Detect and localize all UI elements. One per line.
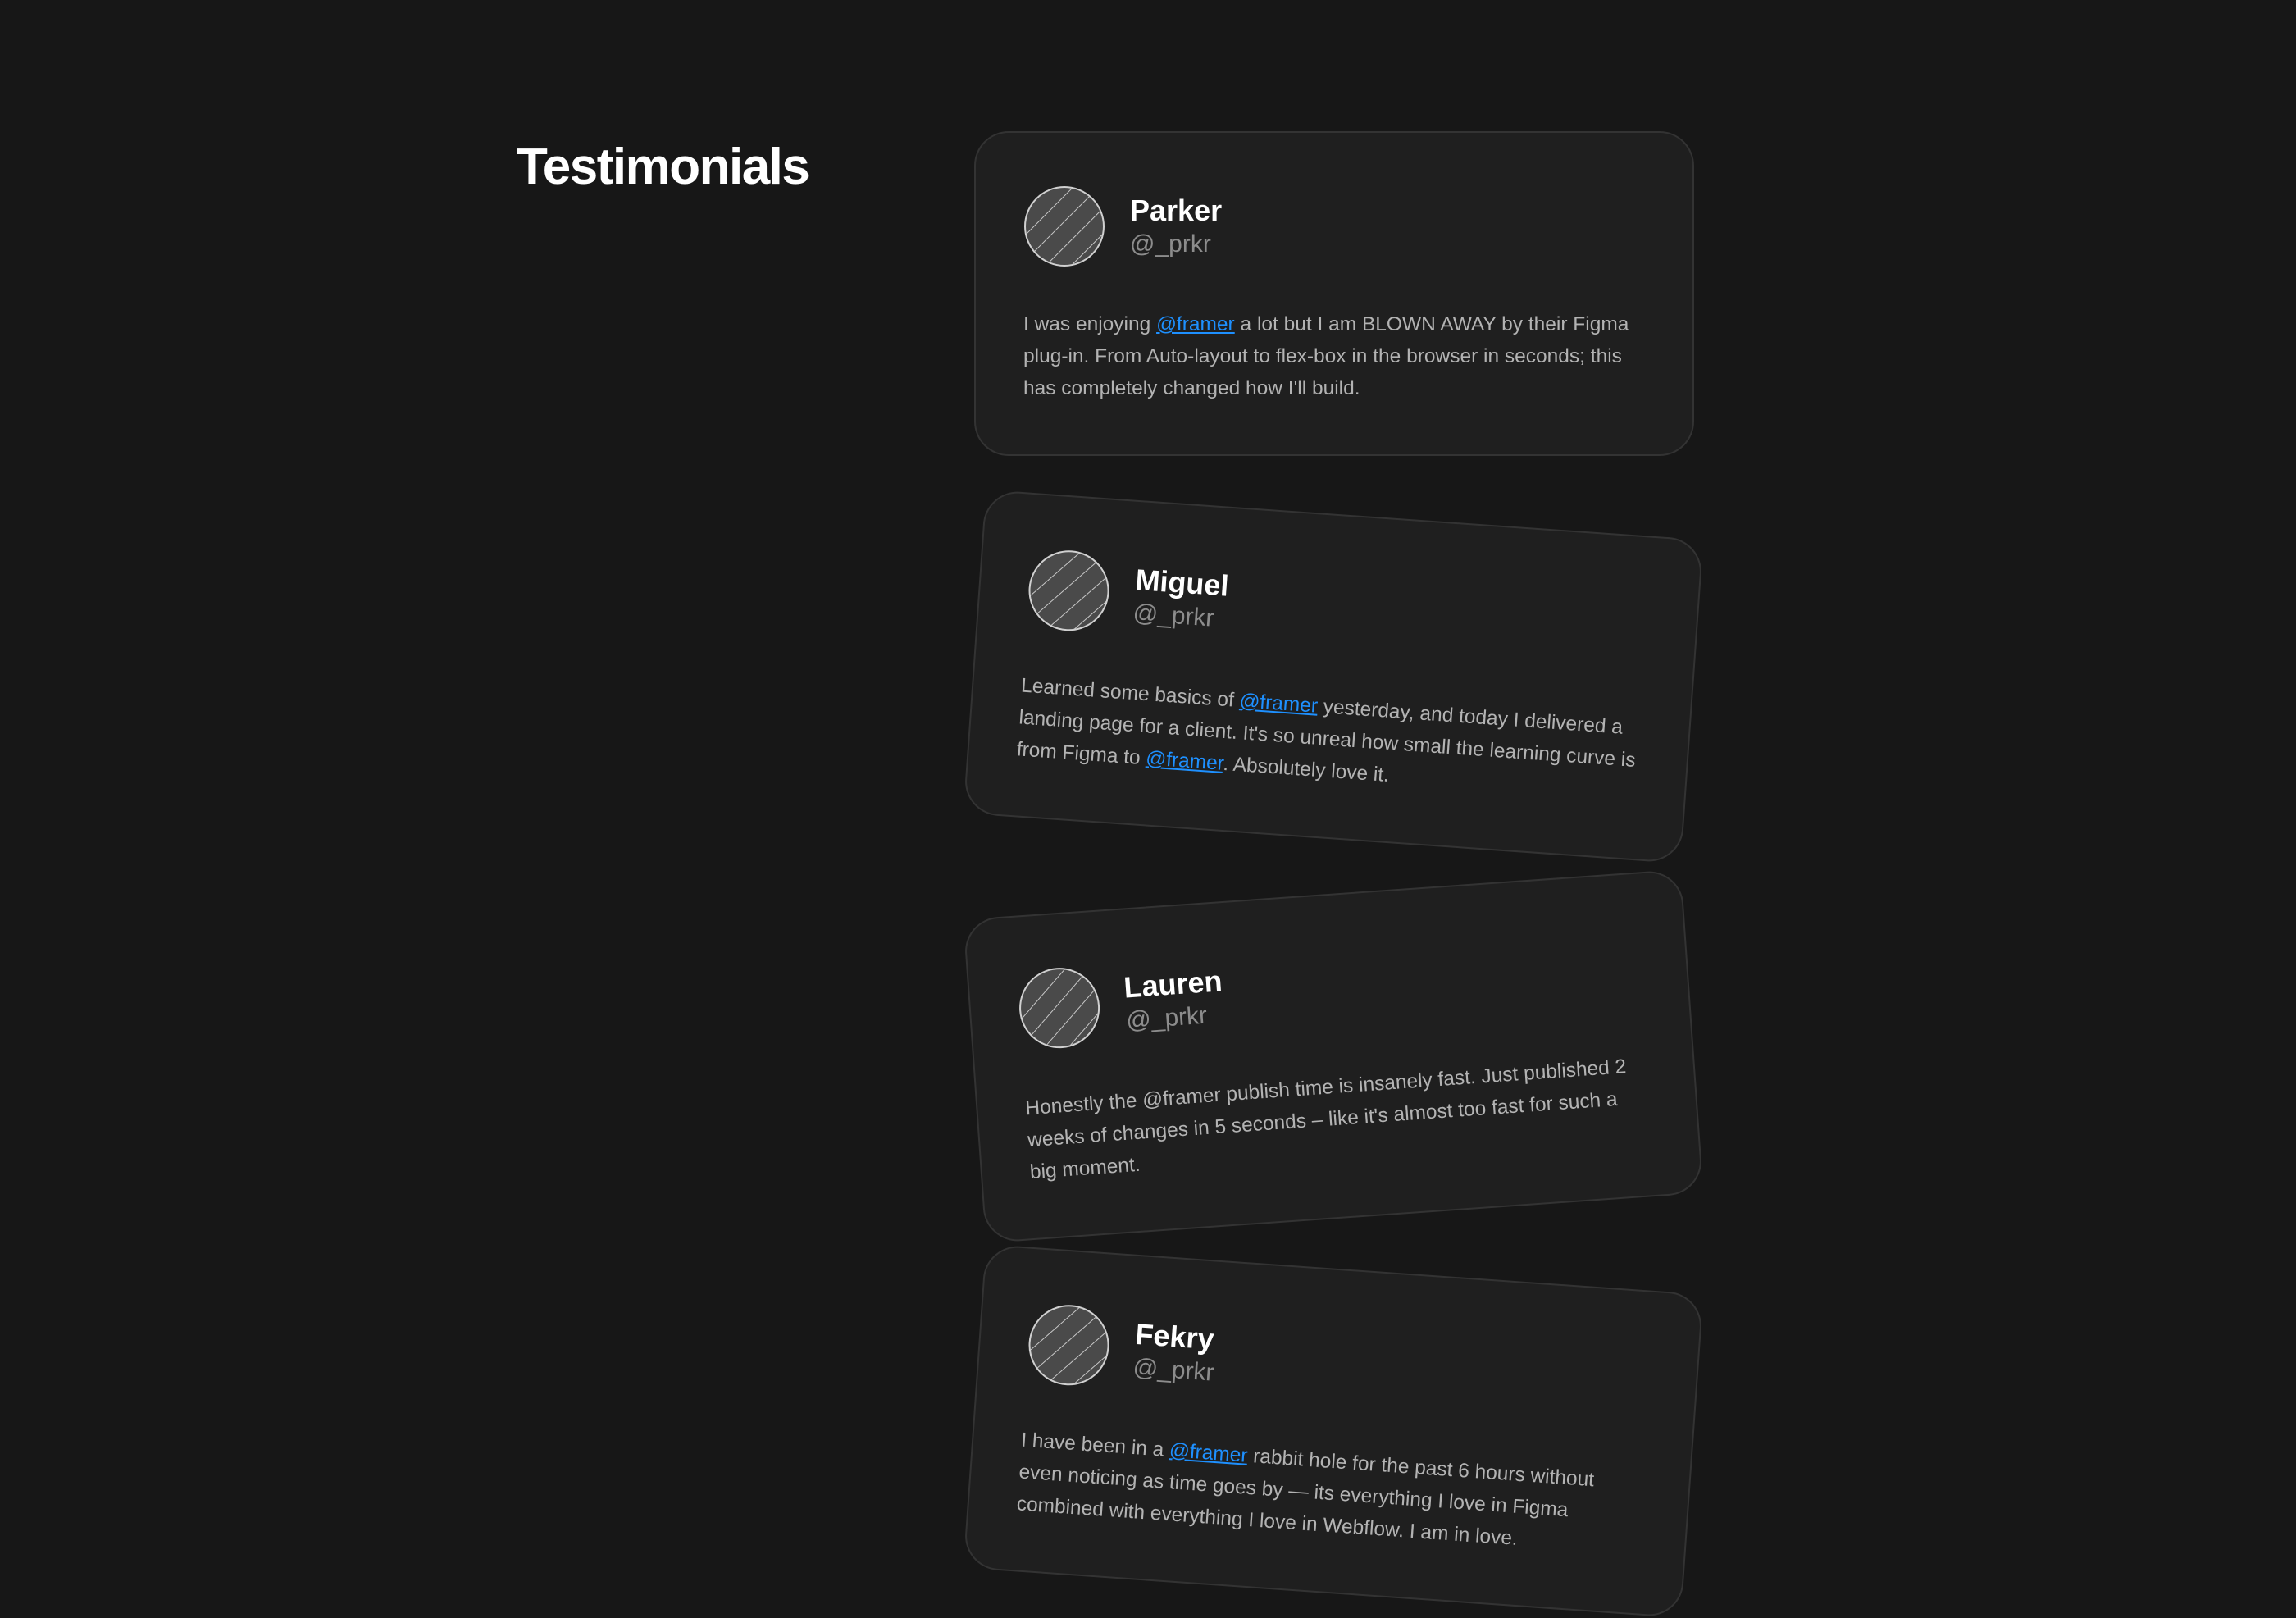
mention-link[interactable]: @framer <box>1168 1439 1248 1467</box>
testimonial-card-miguel: Miguel @_prkr Learned some basics of @fr… <box>963 489 1704 864</box>
testimonial-quote: Honestly the @framer publish time is ins… <box>1024 1055 1628 1184</box>
card-header: Parker @_prkr <box>1023 185 1222 267</box>
author-name: Parker <box>1130 194 1223 227</box>
hatched-circle-avatar-icon <box>1025 1301 1113 1389</box>
card-header: Fekry @_prkr <box>1025 1301 1218 1397</box>
testimonial-card-lauren: Lauren @_prkr Honestly the @framer publi… <box>963 868 1704 1244</box>
quote-text: Learned some basics of <box>1020 674 1241 713</box>
mention-link[interactable]: @framer <box>1239 690 1319 718</box>
testimonial-quote: I have been in a @framer rabbit hole for… <box>1016 1424 1642 1564</box>
identity: Parker @_prkr <box>1130 193 1222 260</box>
testimonial-quote: Learned some basics of @framer yesterday… <box>1016 670 1642 809</box>
card-header: Lauren @_prkr <box>1016 955 1226 1051</box>
identity: Lauren @_prkr <box>1123 963 1225 1037</box>
testimonial-card-fekry: Fekry @_prkr I have been in a @framer ra… <box>963 1243 1704 1618</box>
identity: Miguel @_prkr <box>1132 562 1230 636</box>
testimonial-card-parker: Parker @_prkr I was enjoying @framer a l… <box>974 131 1694 456</box>
author-name: Fekry <box>1134 1316 1215 1356</box>
author-handle: @_prkr <box>1125 1001 1209 1035</box>
author-handle: @_prkr <box>1132 599 1215 632</box>
identity: Fekry @_prkr <box>1132 1316 1217 1389</box>
mention-link[interactable]: @framer <box>1145 747 1223 775</box>
quote-text: . Absolutely love it. <box>1222 752 1390 786</box>
hatched-circle-avatar-icon <box>1016 964 1104 1052</box>
card-header: Miguel @_prkr <box>1025 547 1230 643</box>
quote-text: I was enjoying <box>1023 313 1157 335</box>
mention-link[interactable]: @framer <box>1156 313 1235 335</box>
hatched-circle-avatar-icon <box>1023 185 1105 267</box>
quote-text: rabbit hole for the past 6 hours without… <box>1015 1444 1595 1550</box>
quote-text: I have been in a <box>1020 1429 1170 1462</box>
hatched-circle-avatar-icon <box>1025 547 1113 635</box>
testimonial-quote: I was enjoying @framer a lot but I am BL… <box>1023 308 1645 404</box>
author-handle: @_prkr <box>1132 1353 1215 1387</box>
page-title: Testimonials <box>517 139 810 195</box>
author-handle: @_prkr <box>1130 230 1211 258</box>
author-name: Miguel <box>1134 562 1230 603</box>
